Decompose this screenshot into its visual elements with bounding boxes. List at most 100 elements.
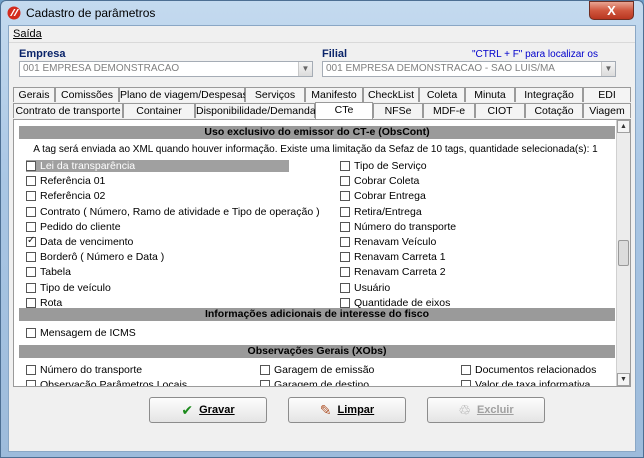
tab-edi[interactable]: EDI [583,87,631,102]
filial-value: 001 EMPRESA DEMONSTRACAO - SAO LUIS/MA [326,63,555,74]
obscont-right-checkbox-3[interactable]: Retira/Entrega [340,206,422,218]
checkbox-label: Tipo de veículo [40,281,111,294]
checkbox-box[interactable] [340,282,350,293]
tab-cotacao[interactable]: Cotação [525,103,583,118]
obscont-right-checkbox-8[interactable]: Usuário [340,282,390,294]
obscont-right-checkbox-9[interactable]: Quantidade de eixos [340,297,450,309]
checkbox-box[interactable] [340,221,350,232]
tab-cte[interactable]: CTe [315,102,373,119]
chevron-down-icon[interactable]: ▼ [298,62,312,76]
checkbox-box[interactable] [260,380,270,386]
obscont-right-checkbox-5[interactable]: Renavam Veículo [340,236,436,248]
tab-ciot[interactable]: CIOT [475,103,525,118]
window-title: Cadastro de parâmetros [26,6,156,20]
scroll-down-icon[interactable]: ▼ [617,373,630,386]
checkbox-box[interactable] [26,221,36,232]
tab-plano-viagem[interactable]: Plano de viagem/Despesas [119,87,248,102]
excluir-label: Excluir [476,404,514,416]
checkbox-box[interactable] [26,380,36,386]
obscont-left-checkbox-1[interactable]: Referência 01 [26,175,105,187]
tab-viagem[interactable]: Viagem [583,103,631,118]
tab-disponibilidade[interactable]: Disponibilidade/Demanda [195,103,316,118]
tab-integracao[interactable]: Integração [515,87,583,102]
scroll-up-icon[interactable]: ▲ [617,120,630,133]
checkbox-box[interactable] [340,267,350,278]
checkbox-box[interactable] [461,380,471,386]
obscont-left-checkbox-4[interactable]: Pedido do cliente [26,221,121,233]
tab-nfse[interactable]: NFSe [373,103,423,118]
menu-bar: Saída [9,26,635,43]
obscont-right-checkbox-0[interactable]: Tipo de Serviço [340,160,427,172]
checkbox-box[interactable] [26,176,36,187]
gravar-button[interactable]: ✔ Gravar [149,397,267,423]
obscont-right-checkbox-2[interactable]: Cobrar Entrega [340,190,426,202]
checkbox-label: Referência 02 [40,190,106,203]
obscont-left-checkbox-9[interactable]: Rota [26,297,62,309]
limpar-button[interactable]: ✎ Limpar [288,397,406,423]
excluir-button[interactable]: ♲ Excluir [427,397,545,423]
empresa-value: 001 EMPRESA DEMONSTRACAO [23,63,180,74]
checkbox-box[interactable] [340,297,350,308]
checkbox-label: Garagem de destino [274,379,370,386]
checkbox-box[interactable] [340,176,350,187]
close-button[interactable]: X [589,1,634,20]
obscont-right-checkbox-4[interactable]: Número do transporte [340,221,456,233]
obscont-left-checkbox-5[interactable]: Data de vencimento [26,235,133,248]
checkbox-box[interactable] [26,282,36,293]
checkbox-box[interactable] [340,252,350,263]
obscont-right-checkbox-7[interactable]: Renavam Carreta 2 [340,266,446,278]
tab-container[interactable]: Container [123,103,195,118]
checkbox-box[interactable] [26,206,36,217]
xobs-col1-checkbox-1[interactable]: Observação Parâmetros Locais [26,379,187,386]
checkbox-label: Renavam Carreta 1 [354,251,446,264]
checkbox-box[interactable] [26,191,36,202]
checkbox-box[interactable] [461,365,471,375]
tab-contrato-transporte[interactable]: Contrato de transporte [13,103,123,118]
tab-manifesto[interactable]: Manifesto [305,87,363,102]
checkbox-box[interactable] [26,365,36,375]
obscont-left-checkbox-0[interactable]: Lei da transparência [26,160,289,172]
tab-mdfe[interactable]: MDF-e [423,103,475,118]
xobs-col2-checkbox-1[interactable]: Garagem de destino [260,379,369,386]
checkbox-box[interactable] [26,267,36,278]
empresa-select[interactable]: 001 EMPRESA DEMONSTRACAO ▼ [19,61,313,77]
vertical-scrollbar[interactable]: ▲ ▼ [616,120,630,386]
xobs-col3-checkbox-0[interactable]: Documentos relacionados [461,364,596,376]
scroll-thumb[interactable] [618,240,629,266]
checkbox-box[interactable] [340,191,350,202]
checkbox-label: Pedido do cliente [40,220,121,233]
chevron-down-icon[interactable]: ▼ [601,62,615,76]
xobs-col3-checkbox-1[interactable]: Valor de taxa informativa [461,379,590,386]
xobs-col1-checkbox-0[interactable]: Número do transporte [26,364,142,376]
checkbox-box[interactable] [340,237,350,247]
obscont-left-checkbox-8[interactable]: Tipo de veículo [26,282,111,294]
obscont-left-checkbox-7[interactable]: Tabela [26,266,71,278]
tab-checklist[interactable]: CheckList [363,87,419,102]
tab-gerais[interactable]: Gerais [13,87,55,102]
checkbox-box[interactable] [26,328,36,338]
xobs-col2-checkbox-0[interactable]: Garagem de emissão [260,364,374,376]
limpar-label: Limpar [337,404,375,416]
obscont-left-checkbox-3[interactable]: Contrato ( Número, Ramo de atividade e T… [26,206,320,218]
title-bar[interactable]: Cadastro de parâmetros X [1,1,643,25]
checkbox-box[interactable] [26,252,36,263]
menu-saida[interactable]: Saída [13,28,42,40]
checkbox-box[interactable] [340,206,350,217]
trash-icon: ♲ [458,401,471,418]
checkbox-box[interactable] [26,235,36,247]
checkbox-label: Borderô ( Número e Data ) [40,251,165,264]
obscont-left-checkbox-2[interactable]: Referência 02 [26,190,105,202]
fisco-checkbox-0[interactable]: Mensagem de ICMS [26,327,136,339]
filial-select[interactable]: 001 EMPRESA DEMONSTRACAO - SAO LUIS/MA ▼ [322,61,616,77]
tab-minuta[interactable]: Minuta [465,87,515,102]
tab-servicos[interactable]: Serviços [245,87,305,102]
tab-coleta[interactable]: Coleta [419,87,465,102]
checkbox-box[interactable] [26,161,36,171]
obscont-right-checkbox-1[interactable]: Cobrar Coleta [340,175,419,187]
checkbox-box[interactable] [26,297,36,308]
tab-comissoes[interactable]: Comissões [55,87,119,102]
checkbox-box[interactable] [260,365,270,375]
obscont-right-checkbox-6[interactable]: Renavam Carreta 1 [340,251,446,263]
obscont-left-checkbox-6[interactable]: Borderô ( Número e Data ) [26,251,164,263]
checkbox-box[interactable] [340,161,350,171]
